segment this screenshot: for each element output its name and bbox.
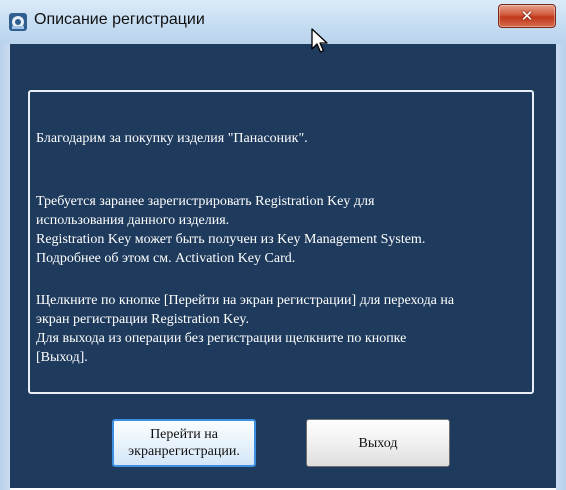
title-bar[interactable]: Описание регистрации ✕ xyxy=(0,0,566,45)
window-title: Описание регистрации xyxy=(34,11,205,28)
window-frame-right xyxy=(556,44,566,490)
exit-button[interactable]: Выход xyxy=(306,419,450,467)
register-button-label: Перейти на экранрегистрации. xyxy=(128,426,240,460)
window-frame-left xyxy=(0,44,10,490)
close-icon: ✕ xyxy=(520,7,534,25)
exit-button-label: Выход xyxy=(358,435,398,451)
close-button[interactable]: ✕ xyxy=(498,4,556,28)
message-line: Для выхода из операции без регистрации щ… xyxy=(36,331,407,346)
register-label-line2: экранрегистрации. xyxy=(128,444,240,459)
message-line: экран регистрации Registration Key. xyxy=(36,312,250,327)
message-line: Благодарим за покупку изделия "Панасоник… xyxy=(36,131,308,146)
mouse-cursor-icon xyxy=(311,28,328,53)
message-line: [Выход]. xyxy=(36,350,88,365)
message-line: использования данного изделия. xyxy=(36,213,230,228)
app-icon xyxy=(9,13,27,31)
register-label-line1: Перейти на xyxy=(150,427,218,442)
message-line: Щелкните по кнопке [Перейти на экран рег… xyxy=(36,293,455,308)
go-to-registration-button[interactable]: Перейти на экранрегистрации. xyxy=(112,419,256,467)
message-line: Требуется заранее зарегистрировать Regis… xyxy=(36,194,375,209)
message-line: Подробнее об этом см. Activation Key Car… xyxy=(36,251,296,266)
registration-dialog: Описание регистрации ✕ Благодарим за пок… xyxy=(0,0,566,490)
message-line: Registration Key может быть получен из K… xyxy=(36,232,426,247)
